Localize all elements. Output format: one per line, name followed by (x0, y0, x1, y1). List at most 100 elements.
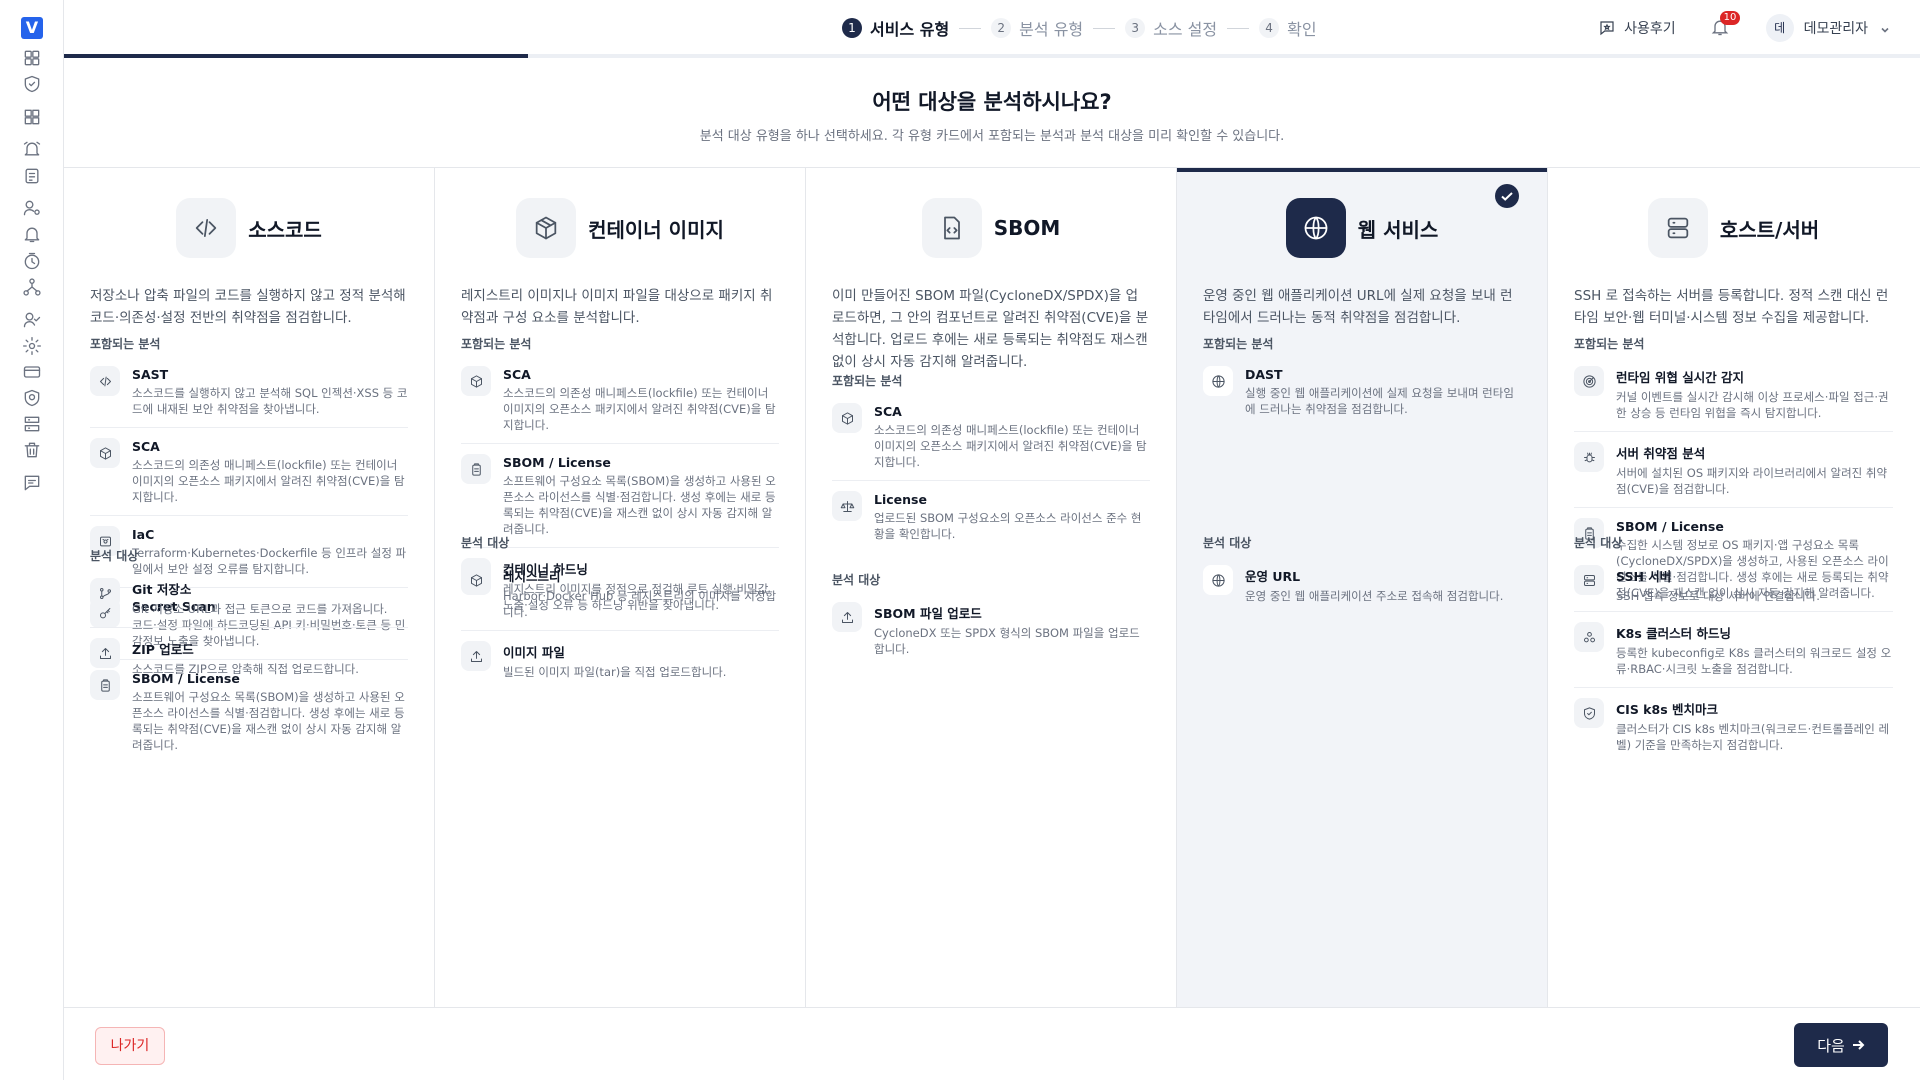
user-check-icon (22, 312, 42, 334)
next-button[interactable]: 다음 (1794, 1023, 1888, 1067)
analysis-targets-section: 분석 대상 SSH 서버 SSH 접속 정보로 대상 서버에 연결합니다. (1574, 534, 1893, 624)
included-analyses-section: 포함되는 분석 SCA 소스코드의 의존성 매니페스트(lockfile) 또는… (832, 372, 1150, 562)
sidebar-item-alarm[interactable] (22, 139, 42, 159)
sidebar-item-grid[interactable] (22, 107, 42, 127)
app-logo[interactable]: V (21, 17, 43, 39)
service-card-5[interactable]: 호스트/서버 SSH 로 접속하는 서버를 등록합니다. 정적 스캔 대신 런타… (1548, 168, 1919, 1008)
upload-icon (461, 641, 491, 671)
notification-count-badge: 10 (1719, 11, 1741, 25)
feedback-button[interactable]: 사용후기 (1598, 18, 1676, 38)
service-card-1[interactable]: 소스코드 저장소나 압축 파일의 코드를 실행하지 않고 정적 분석해 코드·의… (64, 168, 435, 1008)
analysis-item: 서버 취약점 분석 서버에 설치된 OS 패키지와 라이브러리에서 알려진 취약… (1574, 442, 1893, 508)
item-desc: 소스코드의 의존성 매니페스트(lockfile) 또는 컨테이너 이미지의 오… (874, 423, 1147, 469)
item-desc: 소프트웨어 구성요소 목록(SBOM)을 생성하고 사용된 오픈소스 라이선스를… (503, 474, 776, 536)
sidebar-item-network[interactable] (22, 277, 42, 297)
notification-button[interactable]: 10 (1710, 11, 1741, 39)
step-2[interactable]: 2 분석 유형 (991, 16, 1083, 40)
package-icon (461, 366, 491, 396)
user-gear-icon (22, 200, 42, 222)
trash-icon (22, 442, 42, 464)
analysis-targets-label: 분석 대상 (90, 549, 139, 563)
sidebar-item-shield-check[interactable] (22, 74, 42, 94)
package-icon (90, 438, 120, 468)
item-title: 레지스트리 (503, 569, 561, 584)
sidebar-item-timer[interactable] (22, 251, 42, 271)
card-title: 소스코드 (248, 217, 322, 242)
item-title: SBOM / License (1616, 519, 1724, 534)
analysis-item: CIS k8s 벤치마크 클러스터가 CIS k8s 벤치마크(워크로드·컨트롤… (1574, 698, 1893, 763)
service-card-3[interactable]: SBOM 이미 만들어진 SBOM 파일(CycloneDX/SPDX)을 업로… (806, 168, 1177, 1008)
item-title: 런타임 위협 실시간 감지 (1616, 370, 1745, 385)
item-title: 이미지 파일 (503, 645, 565, 660)
sidebar-item-trash[interactable] (22, 440, 42, 460)
item-title: SSH 서버 (1616, 569, 1672, 584)
step-progress-bar (64, 54, 1920, 58)
sidebar-item-dashboard[interactable] (22, 48, 42, 68)
clipboard-icon (461, 454, 491, 484)
user-menu[interactable]: 데 데모관리자 (1765, 14, 1890, 42)
badge-icon (22, 389, 42, 412)
item-title: CIS k8s 벤치마크 (1616, 702, 1718, 717)
analysis-item: SCA 소스코드의 의존성 매니페스트(lockfile) 또는 컨테이너 이미… (461, 366, 779, 444)
item-desc: 소스코드의 의존성 매니페스트(lockfile) 또는 컨테이너 이미지의 오… (132, 458, 405, 504)
file-code-icon (921, 198, 982, 258)
step-3[interactable]: 3 소스 설정 (1125, 16, 1217, 40)
exit-button[interactable]: 나가기 (95, 1027, 165, 1065)
grid-icon (22, 109, 42, 131)
analysis-item: SAST 소스코드를 실행하지 않고 분석해 SQL 인젝션·XSS 등 코드에… (90, 366, 408, 428)
globe-icon (1285, 198, 1346, 258)
item-desc: Harbor·Docker Hub 등 레지스트리의 이미지를 지정합니다. (503, 589, 777, 619)
card-description: 레지스트리 이미지나 이미지 파일을 대상으로 패키지 취약점과 구성 요소를 … (461, 288, 773, 326)
sidebar-item-badge[interactable] (22, 388, 42, 408)
item-desc: 소스코드를 ZIP으로 압축해 직접 업로드합니다. (132, 662, 359, 676)
sidebar-item-user-gear[interactable] (22, 198, 42, 218)
item-title: ZIP 업로드 (132, 642, 194, 657)
card-title: 컨테이너 이미지 (588, 217, 724, 242)
globe-icon (1203, 366, 1233, 396)
step-number: 1 (842, 18, 862, 38)
sidebar-item-report[interactable] (22, 166, 42, 186)
step-label: 확인 (1287, 20, 1317, 39)
dashboard-icon (22, 50, 42, 72)
service-card-2[interactable]: 컨테이너 이미지 레지스트리 이미지나 이미지 파일을 대상으로 패키지 취약점… (435, 168, 806, 1008)
step-4[interactable]: 4 확인 (1259, 16, 1317, 40)
analysis-item: SCA 소스코드의 의존성 매니페스트(lockfile) 또는 컨테이너 이미… (90, 438, 408, 516)
code-icon (176, 198, 237, 258)
analysis-item: SCA 소스코드의 의존성 매니페스트(lockfile) 또는 컨테이너 이미… (832, 403, 1150, 481)
item-title: SAST (132, 367, 169, 382)
card-title: 웹 서비스 (1357, 217, 1439, 242)
service-card-4[interactable]: 웹 서비스 운영 중인 웹 애플리케이션 URL에 실제 요청을 보내 런타임에… (1177, 168, 1548, 1008)
sidebar-item-user-check[interactable] (22, 310, 42, 330)
included-analyses-label: 포함되는 분석 (90, 337, 161, 351)
sidebar-item-feedback[interactable] (22, 473, 42, 493)
step-connector (1227, 27, 1250, 29)
analysis-targets-section: 분석 대상 SBOM 파일 업로드 CycloneDX 또는 SPDX 형식의 … (832, 571, 1150, 677)
git-icon (90, 578, 120, 608)
item-desc: 등록한 kubeconfig로 K8s 클러스터의 워크로드 설정 오류·RBA… (1616, 646, 1892, 676)
included-analyses-label: 포함되는 분석 (1203, 337, 1274, 351)
item-desc: 업로드된 SBOM 구성요소의 오픈소스 라이선스 준수 현황을 확인합니다. (874, 511, 1142, 541)
sidebar-item-bell[interactable] (22, 224, 42, 244)
item-title: K8s 클러스터 하드닝 (1616, 626, 1732, 641)
package-icon (461, 565, 491, 595)
user-name: 데모관리자 (1803, 21, 1868, 37)
sidebar-item-server-list[interactable] (22, 414, 42, 434)
sidebar-item-settings[interactable] (22, 336, 42, 356)
settings-icon (22, 337, 42, 360)
card-icon (22, 366, 42, 386)
analysis-targets-label: 분석 대상 (461, 536, 510, 550)
bell-icon (22, 227, 42, 248)
item-title: DAST (1245, 367, 1283, 382)
arrow-right-icon (1852, 1040, 1865, 1050)
top-bar: 1 서비스 유형 2 분석 유형 3 소스 설정 4 확인 사용후기 10 데 … (64, 0, 1920, 56)
included-analyses-label: 포함되는 분석 (832, 374, 903, 388)
item-title: 서버 취약점 분석 (1616, 446, 1706, 461)
sidebar-item-card[interactable] (22, 362, 42, 382)
included-analyses-section: 포함되는 분석 DAST 실행 중인 웹 애플리케이션에 실제 요청을 보내며 … (1203, 335, 1521, 437)
item-title: SCA (874, 404, 902, 419)
step-1[interactable]: 1 서비스 유형 (842, 16, 949, 40)
included-analyses-label: 포함되는 분석 (461, 337, 532, 351)
analysis-targets-label: 분석 대상 (832, 573, 881, 587)
feedback-icon (22, 475, 42, 497)
stepper: 1 서비스 유형 2 분석 유형 3 소스 설정 4 확인 (842, 15, 1317, 41)
